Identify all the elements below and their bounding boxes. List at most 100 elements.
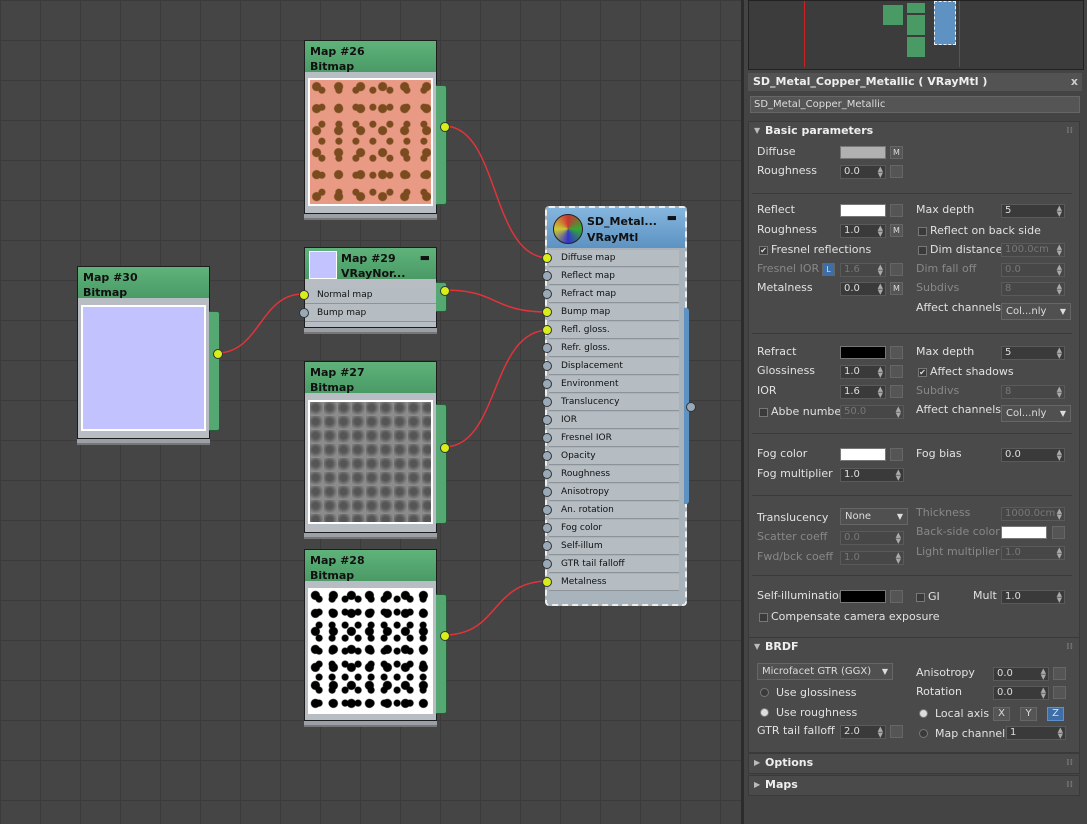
input-socket[interactable] <box>542 577 552 587</box>
use-roughness-radio[interactable] <box>760 708 769 717</box>
fog-multiplier-spinner[interactable]: 1.0 ▲ ▼ <box>840 468 904 482</box>
dim-distance-checkbox[interactable] <box>918 246 927 255</box>
navigator-view[interactable] <box>748 0 1084 70</box>
map-channel-radio[interactable] <box>919 729 928 738</box>
input-socket[interactable] <box>542 469 552 479</box>
gi-checkbox[interactable] <box>916 593 925 602</box>
minimize-icon[interactable]: ▬ <box>420 250 430 265</box>
axis-y-button[interactable]: Y <box>1020 707 1037 721</box>
diffuse-swatch[interactable] <box>840 146 886 159</box>
scatter-coeff-spinner[interactable]: 0.0 ▲ ▼ <box>840 531 904 545</box>
use-glossiness-radio[interactable] <box>760 688 769 697</box>
node-map30[interactable]: Map #30 Bitmap <box>77 266 223 439</box>
refr-subdivs-spinner[interactable]: 8 ▲ ▼ <box>1001 385 1065 399</box>
refr-affect-channels-dropdown[interactable]: Col...nly ▼ <box>1001 405 1071 422</box>
input-socket[interactable] <box>542 487 552 497</box>
minimize-icon[interactable]: ▬ <box>667 211 677 224</box>
fresnel-ior-lock-button[interactable]: L <box>822 263 835 276</box>
input-socket[interactable] <box>542 289 552 299</box>
rollout-maps[interactable]: ▶ Maps ⁞⁞ <box>748 775 1080 796</box>
reflect-swatch[interactable] <box>840 204 886 217</box>
input-socket[interactable] <box>542 451 552 461</box>
refl-max-depth-spinner[interactable]: 5 ▲ ▼ <box>1001 204 1065 218</box>
input-socket[interactable] <box>542 343 552 353</box>
output-socket[interactable] <box>686 402 696 412</box>
refr-max-depth-spinner[interactable]: 5 ▲ ▼ <box>1001 346 1065 360</box>
input-socket[interactable] <box>542 271 552 281</box>
glossiness-spinner[interactable]: 1.0 ▲ ▼ <box>840 365 886 379</box>
node-map29[interactable]: Map #29 VRayNor... ▬ Normal map Bump map <box>299 247 450 328</box>
abbe-checkbox[interactable] <box>759 408 768 417</box>
glossiness-map-button[interactable] <box>890 365 903 378</box>
input-socket[interactable] <box>542 325 552 335</box>
dim-distance-spinner[interactable]: 100.0cm ▲ ▼ <box>1001 243 1065 257</box>
backside-color-swatch[interactable] <box>1001 526 1047 539</box>
node-map28[interactable]: Map #28 Bitmap <box>304 549 450 721</box>
input-socket[interactable] <box>542 505 552 515</box>
brdf-type-dropdown[interactable]: Microfacet GTR (GGX) ▼ <box>757 663 893 680</box>
fog-bias-spinner[interactable]: 0.0 ▲ ▼ <box>1001 448 1065 462</box>
compensate-checkbox[interactable] <box>759 613 768 622</box>
input-socket[interactable] <box>542 307 552 317</box>
axis-z-button[interactable]: Z <box>1047 707 1064 721</box>
node-map27[interactable]: Map #27 Bitmap <box>304 361 450 533</box>
input-socket[interactable] <box>542 379 552 389</box>
anisotropy-spinner[interactable]: 0.0 ▲ ▼ <box>993 667 1049 681</box>
gtr-tail-falloff-spinner[interactable]: 2.0 ▲ ▼ <box>840 725 886 739</box>
backside-map-button[interactable] <box>1052 526 1065 539</box>
input-socket[interactable] <box>542 559 552 569</box>
output-socket[interactable] <box>440 631 450 641</box>
material-name-field[interactable]: SD_Metal_Copper_Metallic <box>750 96 1080 113</box>
node-map26[interactable]: Map #26 Bitmap <box>304 40 450 214</box>
anisotropy-map-button[interactable] <box>1053 667 1066 680</box>
input-socket[interactable] <box>542 433 552 443</box>
node-editor-canvas[interactable]: Map #26 Bitmap Map #29 VRayNor... ▬ Normal… <box>0 0 741 824</box>
drag-handle-icon[interactable]: ⁞⁞ <box>1066 776 1073 794</box>
axis-x-button[interactable]: X <box>993 707 1010 721</box>
rotation-spinner[interactable]: 0.0 ▲ ▼ <box>993 686 1049 700</box>
drag-handle-icon[interactable]: ⁞⁞ <box>1066 754 1073 772</box>
fresnel-ior-spinner[interactable]: 1.6 ▲ ▼ <box>840 263 886 277</box>
refl-subdivs-spinner[interactable]: 8 ▲ ▼ <box>1001 282 1065 296</box>
ior-spinner[interactable]: 1.6 ▲ ▼ <box>840 385 886 399</box>
output-socket[interactable] <box>440 286 450 296</box>
output-socket[interactable] <box>440 122 450 132</box>
ior-map-button[interactable] <box>890 385 903 398</box>
reflect-back-checkbox[interactable] <box>918 227 927 236</box>
input-socket[interactable] <box>542 415 552 425</box>
light-multiplier-spinner[interactable]: 1.0 ▲ ▼ <box>1001 546 1065 560</box>
close-icon[interactable]: x <box>1071 73 1078 91</box>
output-socket[interactable] <box>440 443 450 453</box>
refract-map-button[interactable] <box>890 346 903 359</box>
output-socket[interactable] <box>213 349 223 359</box>
input-socket[interactable] <box>542 361 552 371</box>
rollout-header[interactable]: ▶ Options ⁞⁞ <box>749 754 1079 772</box>
translucency-dropdown[interactable]: None ▼ <box>840 508 908 525</box>
rotation-map-button[interactable] <box>1053 686 1066 699</box>
refract-swatch[interactable] <box>840 346 886 359</box>
local-axis-radio[interactable] <box>919 709 928 718</box>
input-socket-bump[interactable] <box>299 308 309 318</box>
diffuse-roughness-spinner[interactable]: 0.0 ▲ ▼ <box>840 165 886 179</box>
input-socket[interactable] <box>542 253 552 263</box>
mult-spinner[interactable]: 1.0 ▲ ▼ <box>1001 590 1065 604</box>
refl-affect-channels-dropdown[interactable]: Col...nly ▼ <box>1001 303 1071 320</box>
roughness-map-button[interactable] <box>890 165 903 178</box>
map-channel-spinner[interactable]: 1 ▲ ▼ <box>1006 726 1066 740</box>
thickness-spinner[interactable]: 1000.0cm ▲ ▼ <box>1001 507 1065 521</box>
fog-color-swatch[interactable] <box>840 448 886 461</box>
diffuse-map-button[interactable]: M <box>890 146 903 159</box>
rollout-options[interactable]: ▶ Options ⁞⁞ <box>748 753 1080 774</box>
input-socket[interactable] <box>542 397 552 407</box>
dim-falloff-spinner[interactable]: 0.0 ▲ ▼ <box>1001 263 1065 277</box>
refl-roughness-map-button[interactable]: M <box>890 224 903 237</box>
metalness-map-button[interactable]: M <box>890 282 903 295</box>
self-illum-swatch[interactable] <box>840 590 886 603</box>
reflect-map-button[interactable] <box>890 204 903 217</box>
refl-roughness-spinner[interactable]: 1.0 ▲ ▼ <box>840 224 886 238</box>
rollout-header[interactable]: ▶ Maps ⁞⁞ <box>749 776 1079 794</box>
abbe-spinner[interactable]: 50.0 ▲ ▼ <box>840 405 904 419</box>
metalness-spinner[interactable]: 0.0 ▲ ▼ <box>840 282 886 296</box>
fresnel-ior-map-button[interactable] <box>890 263 903 276</box>
node-vraymtl[interactable]: SD_Metal... VRayMtl ▬ Diffuse map Reflect… <box>542 206 696 606</box>
